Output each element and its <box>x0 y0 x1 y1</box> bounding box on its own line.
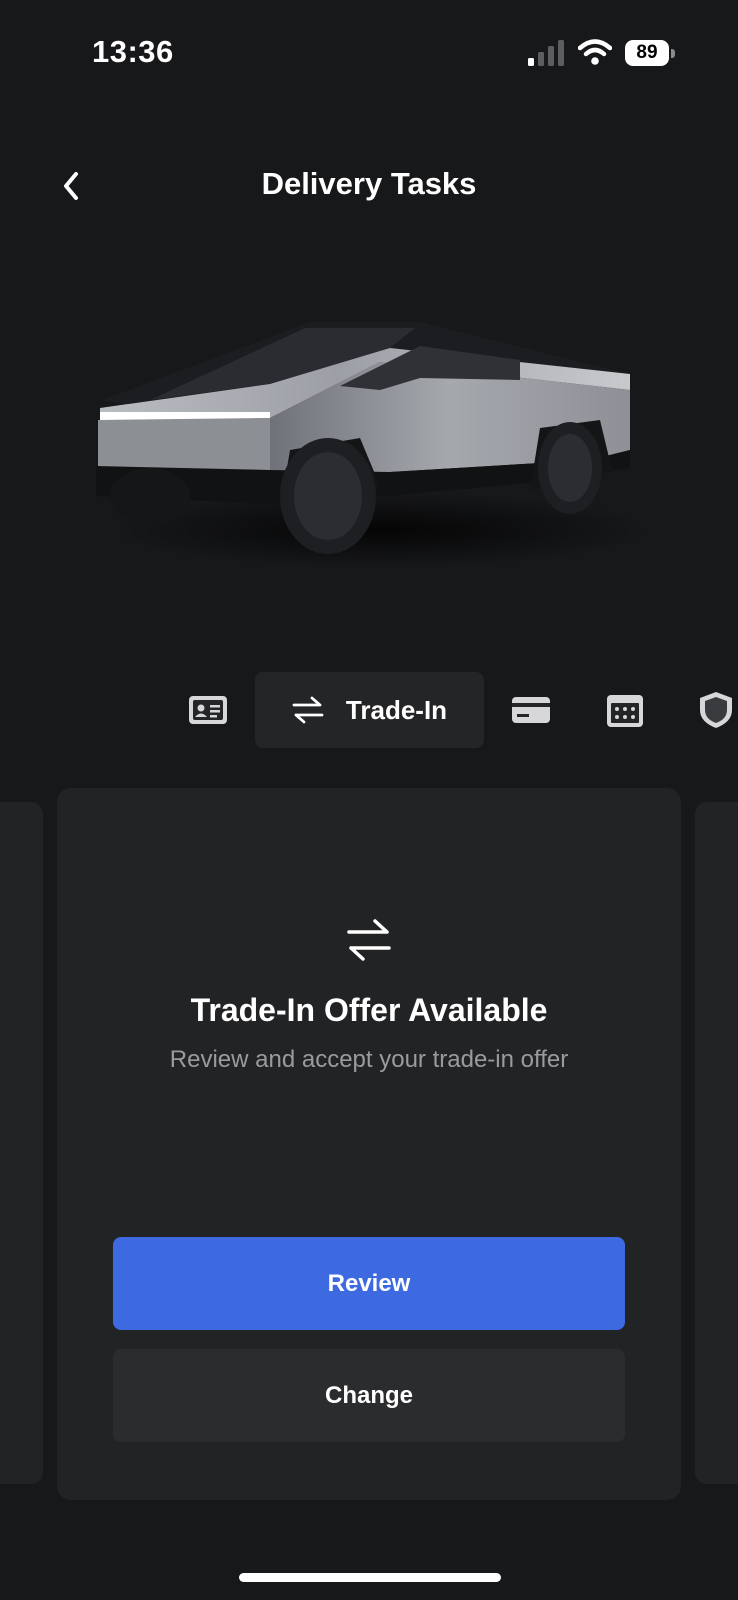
tab-payment[interactable] <box>506 672 556 748</box>
vehicle-image <box>96 322 650 568</box>
review-button[interactable]: Review <box>113 1237 625 1330</box>
credit-card-icon <box>512 697 550 723</box>
next-task-card[interactable] <box>695 802 738 1484</box>
change-button[interactable]: Change <box>113 1349 625 1442</box>
tab-trade-in-label: Trade-In <box>345 694 448 725</box>
tab-appointment[interactable] <box>600 672 650 748</box>
cellular-signal-icon <box>528 40 564 66</box>
tab-trade-in[interactable]: Trade-In <box>255 672 484 748</box>
battery-tip <box>671 49 675 58</box>
home-indicator[interactable] <box>239 1573 501 1582</box>
previous-task-card[interactable] <box>0 802 43 1484</box>
trade-in-task-card: Trade-In Offer Available Review and acce… <box>57 788 681 1500</box>
tab-insurance[interactable] <box>694 672 738 748</box>
battery-level: 89 <box>625 40 669 66</box>
status-bar: 13:36 89 <box>0 0 738 110</box>
shield-icon <box>700 692 732 728</box>
nav-bar: Delivery Tasks <box>0 150 738 226</box>
card-subtitle: Review and accept your trade-in offer <box>169 1046 569 1073</box>
card-title: Trade-In Offer Available <box>190 992 548 1028</box>
battery-icon: 89 <box>625 40 677 68</box>
wifi-icon <box>578 39 612 65</box>
page-title: Delivery Tasks <box>261 166 477 201</box>
swap-arrows-icon <box>347 919 391 961</box>
swap-arrows-icon <box>292 696 324 724</box>
task-tabs: Trade-In <box>0 672 738 752</box>
id-card-icon <box>189 696 227 724</box>
calendar-icon <box>607 695 643 727</box>
status-time: 13:36 <box>92 34 174 69</box>
tab-identity[interactable] <box>180 672 236 748</box>
